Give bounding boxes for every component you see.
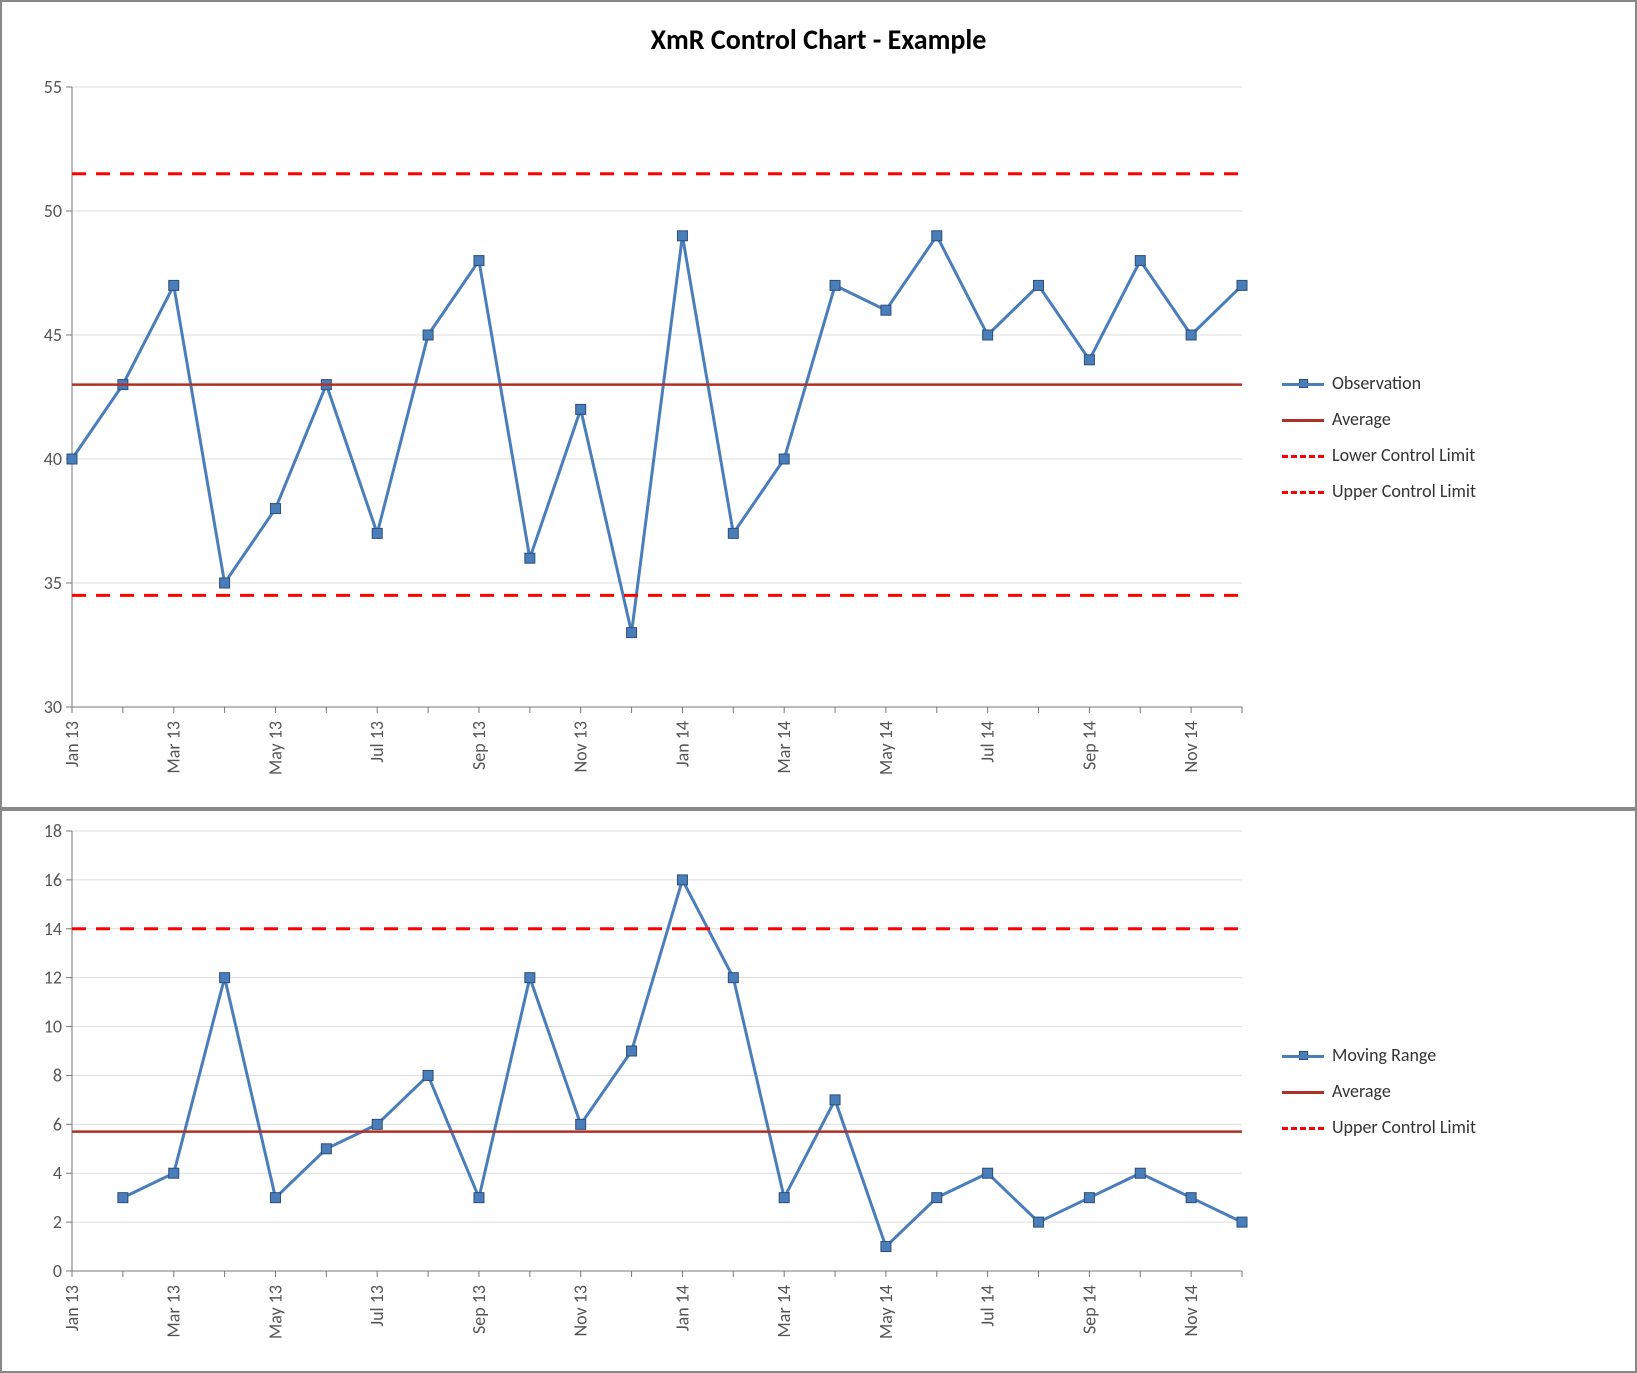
svg-text:May 14: May 14	[875, 721, 897, 775]
dashed-line-icon	[1282, 482, 1324, 500]
solid-line-icon	[1282, 410, 1324, 428]
svg-text:18: 18	[44, 820, 62, 842]
svg-text:May 13: May 13	[264, 1285, 286, 1339]
svg-text:Jan 14: Jan 14	[671, 721, 693, 767]
svg-text:16: 16	[44, 869, 62, 891]
svg-text:Sep 14: Sep 14	[1078, 721, 1100, 770]
individuals-legend: Observation Average Lower Control Limit …	[1262, 67, 1635, 807]
svg-text:Jan 13: Jan 13	[61, 1285, 83, 1331]
svg-text:Nov 13: Nov 13	[570, 721, 592, 772]
svg-text:Mar 13: Mar 13	[163, 721, 185, 774]
legend-item-moving-range: Moving Range	[1282, 1044, 1635, 1066]
dashed-line-icon	[1282, 446, 1324, 464]
legend-label: Observation	[1332, 372, 1421, 394]
svg-text:May 14: May 14	[875, 1285, 897, 1339]
individuals-plot: 30 35 40 45 50 55 Jan 13 Mar 13 May 13 Jul 13 Sep …	[2, 67, 1262, 807]
svg-text:35: 35	[44, 572, 62, 594]
svg-text:Nov 14: Nov 14	[1180, 721, 1202, 772]
legend-item-ucl: Upper Control Limit	[1282, 1116, 1635, 1138]
svg-text:Mar 13: Mar 13	[163, 1285, 185, 1338]
svg-text:12: 12	[44, 967, 62, 989]
svg-text:45: 45	[44, 324, 62, 346]
svg-text:Jul 13: Jul 13	[366, 721, 388, 763]
individuals-chart-container: XmR Control Chart - Example 30 35 40 45 50 55…	[0, 0, 1637, 809]
svg-text:May 13: May 13	[264, 721, 286, 775]
line-marker-icon	[1282, 374, 1324, 392]
legend-item-average: Average	[1282, 1080, 1635, 1102]
svg-text:30: 30	[44, 696, 62, 718]
solid-line-icon	[1282, 1082, 1324, 1100]
svg-text:Jul 14: Jul 14	[977, 1285, 999, 1327]
svg-text:55: 55	[44, 76, 62, 98]
legend-label: Moving Range	[1332, 1044, 1436, 1066]
moving-range-chart-body: 0 2 4 6 8 10 12 14 16 18 Jan 13 Mar 13 May 13 Jul 13 S…	[2, 811, 1635, 1371]
svg-text:Mar 14: Mar 14	[773, 721, 795, 774]
line-marker-icon	[1282, 1046, 1324, 1064]
moving-range-chart-container: 0 2 4 6 8 10 12 14 16 18 Jan 13 Mar 13 May 13 Jul 13 S…	[0, 809, 1637, 1373]
svg-text:14: 14	[44, 918, 62, 940]
svg-text:Sep 13: Sep 13	[468, 1285, 490, 1334]
individuals-chart-body: 30 35 40 45 50 55 Jan 13 Mar 13 May 13 Jul 13 Sep …	[2, 67, 1635, 807]
legend-item-lcl: Lower Control Limit	[1282, 444, 1635, 466]
svg-text:2: 2	[53, 1211, 62, 1233]
svg-text:Jan 14: Jan 14	[671, 1285, 693, 1331]
legend-label: Lower Control Limit	[1332, 444, 1475, 466]
svg-text:Sep 14: Sep 14	[1078, 1285, 1100, 1334]
svg-text:Nov 13: Nov 13	[570, 1285, 592, 1336]
svg-text:Nov 14: Nov 14	[1180, 1285, 1202, 1336]
legend-item-ucl: Upper Control Limit	[1282, 480, 1635, 502]
svg-text:40: 40	[44, 448, 62, 470]
svg-text:6: 6	[53, 1113, 62, 1135]
svg-text:Jan 13: Jan 13	[61, 721, 83, 767]
legend-label: Upper Control Limit	[1332, 480, 1476, 502]
legend-item-observation: Observation	[1282, 372, 1635, 394]
legend-label: Average	[1332, 408, 1391, 430]
dashed-line-icon	[1282, 1118, 1324, 1136]
svg-text:0: 0	[53, 1260, 62, 1282]
chart-title: XmR Control Chart - Example	[2, 2, 1635, 67]
svg-text:Jul 14: Jul 14	[977, 721, 999, 763]
svg-text:10: 10	[44, 1016, 62, 1038]
svg-text:50: 50	[44, 200, 62, 222]
legend-label: Average	[1332, 1080, 1391, 1102]
svg-text:Jul 13: Jul 13	[366, 1285, 388, 1327]
legend-label: Upper Control Limit	[1332, 1116, 1476, 1138]
svg-text:8: 8	[53, 1064, 62, 1086]
moving-range-plot: 0 2 4 6 8 10 12 14 16 18 Jan 13 Mar 13 May 13 Jul 13 S…	[2, 811, 1262, 1371]
moving-range-legend: Moving Range Average Upper Control Limit	[1262, 811, 1635, 1371]
svg-text:4: 4	[53, 1162, 62, 1184]
legend-item-average: Average	[1282, 408, 1635, 430]
svg-text:Sep 13: Sep 13	[468, 721, 490, 770]
svg-text:Mar 14: Mar 14	[773, 1285, 795, 1338]
